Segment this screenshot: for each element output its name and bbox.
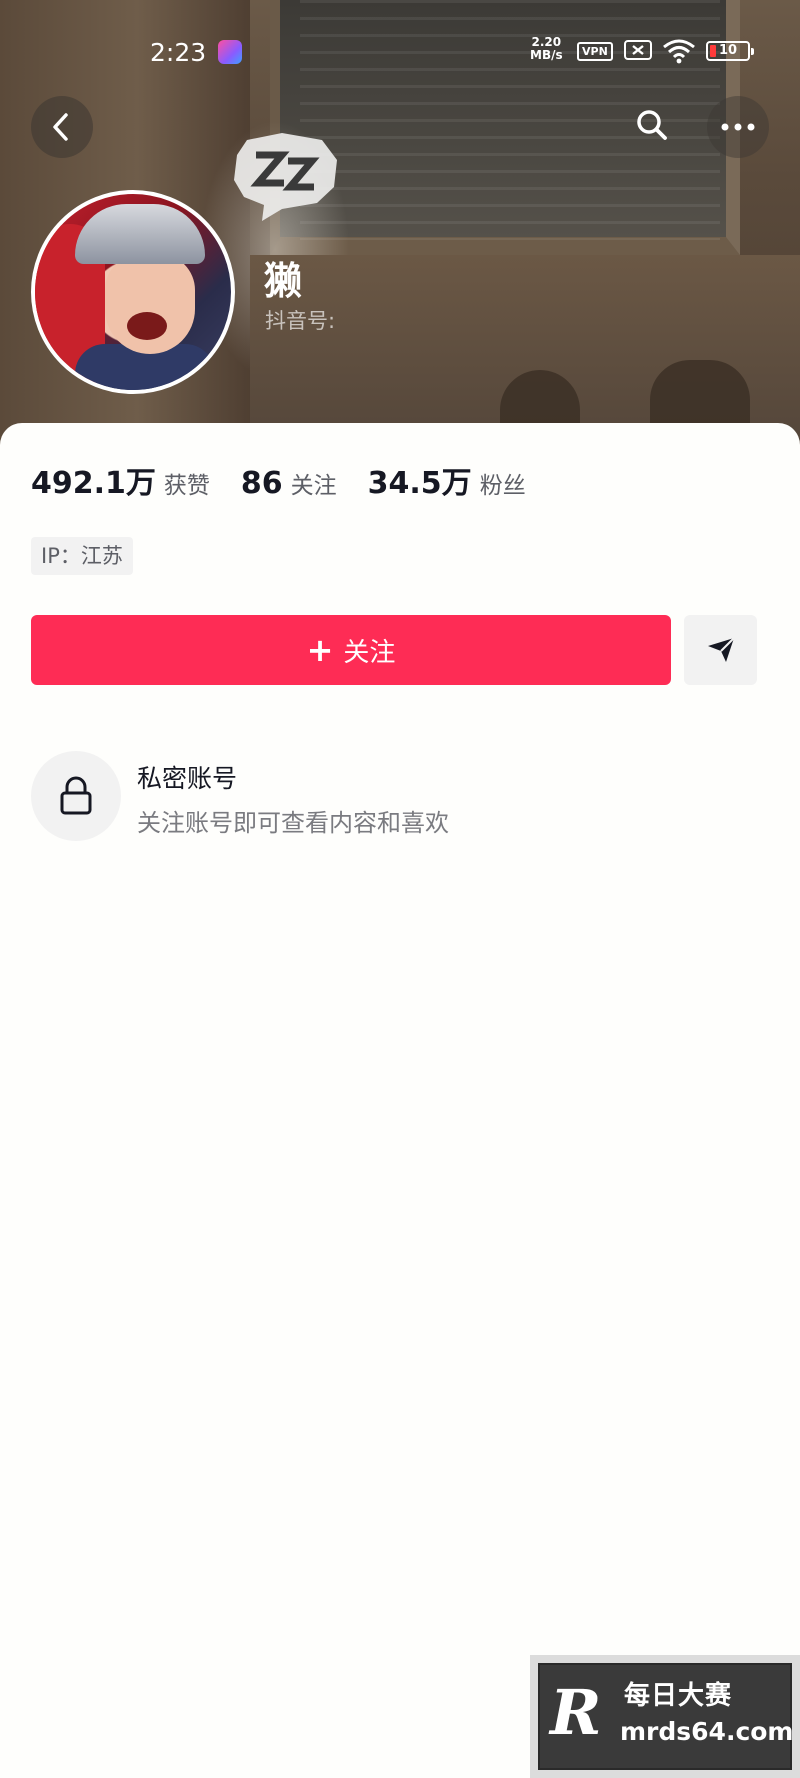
private-account-title: 私密账号 (137, 764, 238, 793)
lock-icon (60, 776, 92, 815)
stat-value: 34.5万 (367, 466, 472, 501)
plus-icon: + (306, 631, 334, 669)
avatar-helmet (75, 204, 205, 264)
avatar-mouth (127, 312, 167, 340)
private-account-notice: 私密账号 关注账号即可查看内容和喜欢 (31, 751, 751, 841)
app-notification-icon (218, 40, 242, 64)
stat-value: 492.1万 (31, 466, 156, 501)
watermark-frame: R 每日大赛 mrds64.com (538, 1663, 794, 1770)
cover-jar (650, 360, 750, 430)
stat-label: 获赞 (163, 473, 210, 499)
watermark-url: mrds64.com (620, 1717, 794, 1746)
wifi-icon (663, 39, 695, 64)
back-button[interactable] (31, 96, 93, 158)
status-bar: 2:23 2.20 MB/s VPN 10 (0, 28, 800, 78)
profile-card: 492.1万 获赞 86 关注 34.5万 粉丝 IP：江苏 + 关注 私密账号 (0, 423, 800, 1778)
stat-label: 关注 (290, 473, 337, 499)
avatar[interactable] (31, 190, 235, 394)
sim-icon (624, 40, 652, 60)
stat-value: 86 (240, 466, 283, 501)
watermark-logo: R (550, 1676, 602, 1749)
stat-following[interactable]: 86 关注 (241, 466, 337, 501)
follow-button-label: 关注 (343, 637, 396, 668)
stat-label: 粉丝 (479, 473, 526, 499)
ip-location-tag: IP：江苏 (31, 537, 133, 575)
stat-likes: 492.1万 获赞 (31, 458, 210, 502)
username: 獭 (264, 259, 303, 303)
message-button[interactable] (684, 615, 757, 685)
network-speed: 2.20 MB/s (530, 36, 563, 62)
more-button[interactable] (707, 96, 769, 158)
vpn-badge: VPN (577, 42, 613, 61)
share-icon (707, 637, 735, 662)
douyin-id-label: 抖音号: (265, 309, 336, 333)
status-time: 2:23 (150, 38, 207, 67)
network-speed-unit: MB/s (530, 48, 563, 62)
watermark-name: 每日大赛 (624, 1681, 733, 1711)
battery-icon: 10 (706, 41, 754, 61)
back-icon (53, 113, 68, 141)
network-speed-value: 2.20 (531, 35, 562, 49)
site-watermark: R 每日大赛 mrds64.com (530, 1655, 800, 1778)
sleep-bubble-icon (234, 133, 337, 221)
lock-badge (31, 751, 121, 841)
stats-row: 492.1万 获赞 86 关注 34.5万 粉丝 (31, 458, 557, 502)
more-icon (721, 123, 755, 131)
private-account-description: 关注账号即可查看内容和喜欢 (137, 809, 449, 837)
search-icon (637, 110, 667, 140)
stat-followers[interactable]: 34.5万 粉丝 (368, 458, 526, 502)
follow-button[interactable]: + 关注 (31, 615, 671, 685)
search-button[interactable] (621, 94, 683, 156)
